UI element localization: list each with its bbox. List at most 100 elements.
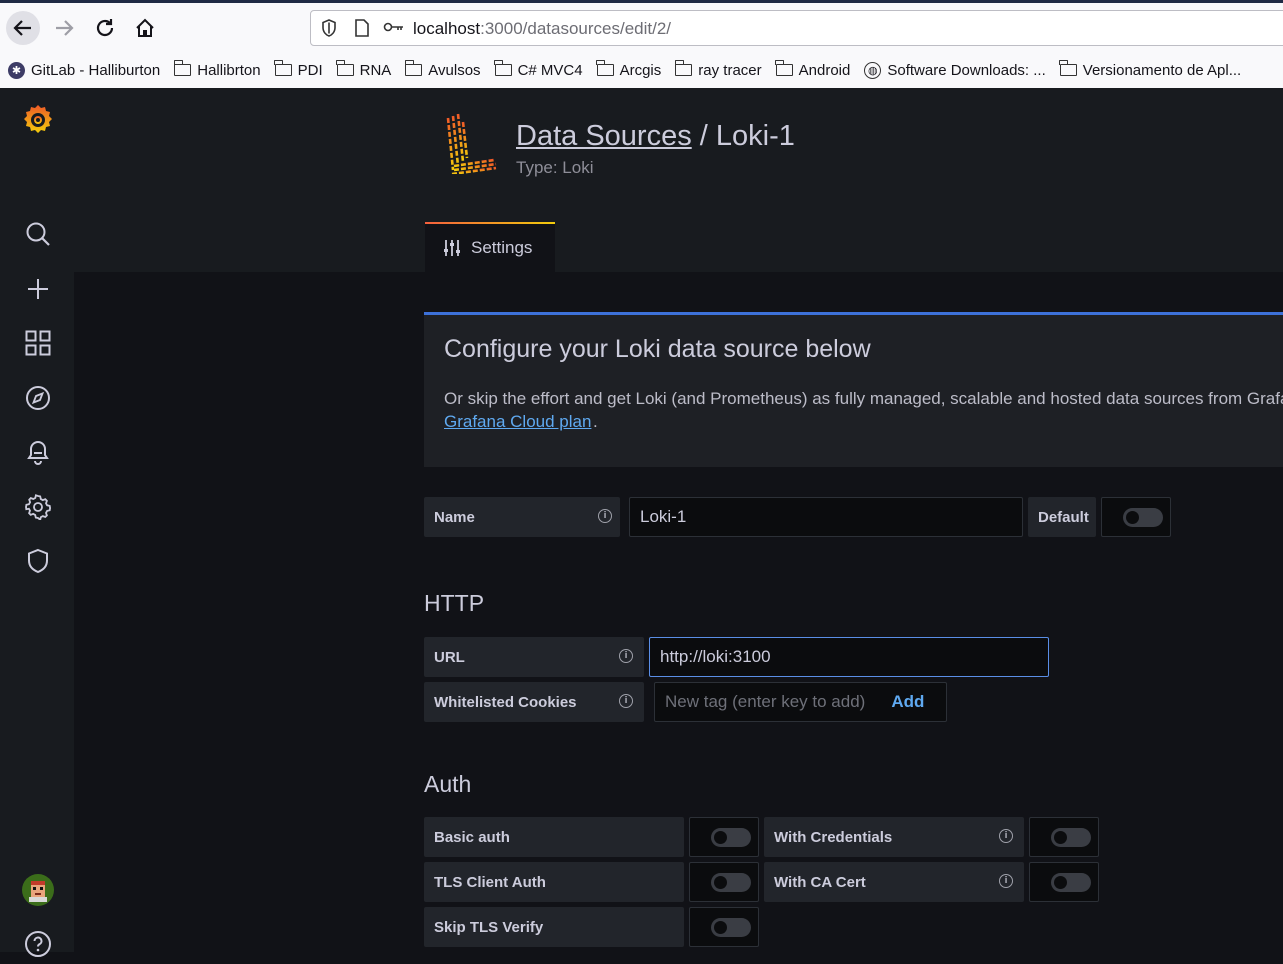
- bookmark-label: RNA: [359, 61, 392, 79]
- bookmarks-bar: ✱ GitLab - Halliburton Hallibrton PDI RNA Avu…: [8, 58, 1255, 82]
- bookmark-item[interactable]: PDI: [274, 60, 323, 79]
- arrow-left-icon: [13, 20, 31, 36]
- avatar[interactable]: [18, 870, 58, 910]
- bookmark-item[interactable]: C# MVC4: [494, 60, 583, 79]
- default-label: Default: [1028, 497, 1096, 537]
- shield-admin-icon[interactable]: [18, 541, 58, 581]
- skip-tls-verify-label: Skip TLS Verify: [424, 907, 684, 947]
- info-link-suffix: .: [593, 412, 598, 431]
- search-icon[interactable]: [18, 214, 58, 254]
- add-cookie-button[interactable]: Add: [891, 692, 924, 712]
- whitelisted-cookies-label: Whitelisted Cookies i: [424, 682, 644, 722]
- cookies-placeholder: New tag (enter key to add): [665, 692, 866, 711]
- bookmark-item[interactable]: Android: [775, 60, 851, 79]
- auth-section-title: Auth: [424, 771, 472, 797]
- default-toggle[interactable]: [1101, 497, 1171, 537]
- main-content: Data Sources / Loki-1 Type: Loki Setting…: [74, 88, 1283, 952]
- grafana-cloud-link[interactable]: Grafana Cloud plan: [444, 412, 591, 432]
- bookmark-item[interactable]: RNA: [336, 60, 392, 79]
- bookmark-label: PDI: [297, 61, 323, 79]
- bookmark-item[interactable]: ✱ GitLab - Halliburton: [8, 61, 161, 79]
- address-bar[interactable]: localhost:3000/datasources/edit/2/: [310, 10, 1283, 46]
- folder-icon: [494, 60, 512, 76]
- folder-icon: [775, 60, 793, 76]
- loki-logo-icon: [442, 112, 498, 179]
- name-input[interactable]: Loki-1: [629, 497, 1023, 537]
- basic-auth-switch: [711, 828, 751, 847]
- info-icon[interactable]: i: [999, 874, 1013, 888]
- with-ca-cert-switch: [1051, 873, 1091, 892]
- page-title: Data Sources / Loki-1: [516, 120, 795, 153]
- whitelisted-cookies-label-text: Whitelisted Cookies: [434, 693, 577, 711]
- bookmark-item[interactable]: Versionamento de Apl...: [1059, 60, 1242, 79]
- url-host: localhost: [413, 19, 481, 38]
- dashboards-icon[interactable]: [18, 323, 58, 363]
- reload-icon: [96, 19, 114, 37]
- bookmark-item[interactable]: ◍ Software Downloads: ...: [864, 61, 1046, 79]
- bookmark-label: GitLab - Halliburton: [31, 61, 161, 79]
- tab-settings-label: Settings: [471, 238, 533, 257]
- tab-settings[interactable]: Settings: [425, 222, 555, 272]
- forward-button[interactable]: [47, 11, 81, 45]
- bookmark-label: Android: [798, 61, 851, 79]
- gear-icon[interactable]: [18, 487, 58, 527]
- folder-icon: [1059, 60, 1077, 76]
- page-header: [74, 88, 1283, 272]
- bookmark-label: ray tracer: [698, 61, 762, 79]
- with-ca-cert-toggle[interactable]: [1029, 862, 1099, 902]
- bookmark-item[interactable]: ray tracer: [674, 60, 762, 79]
- breadcrumb-data-sources[interactable]: Data Sources: [516, 120, 692, 152]
- name-label-text: Name: [434, 508, 475, 526]
- folder-icon: [336, 60, 354, 76]
- url-label-text: URL: [434, 648, 465, 666]
- info-icon[interactable]: i: [598, 509, 612, 523]
- plus-icon[interactable]: [18, 269, 58, 309]
- help-icon[interactable]: [18, 924, 58, 964]
- home-button[interactable]: [128, 11, 162, 45]
- info-icon[interactable]: i: [619, 694, 633, 708]
- window-strip: [0, 0, 1283, 3]
- key-icon: [383, 20, 405, 37]
- skip-tls-verify-toggle[interactable]: [689, 907, 759, 947]
- info-icon[interactable]: i: [619, 649, 633, 663]
- arrow-right-icon: [56, 20, 74, 36]
- grafana-logo-icon[interactable]: [18, 100, 58, 140]
- with-ca-cert-text: With CA Cert: [774, 873, 866, 891]
- bookmark-item[interactable]: Arcgis: [596, 60, 662, 79]
- bookmark-label: Avulsos: [428, 61, 481, 79]
- folder-icon: [173, 60, 192, 76]
- bookmark-item[interactable]: Hallibrton: [173, 60, 261, 79]
- url-input[interactable]: http://loki:3100: [649, 637, 1049, 677]
- info-title: Configure your Loki data source below: [444, 335, 871, 363]
- tls-client-auth-switch: [711, 873, 751, 892]
- side-menu: [0, 88, 74, 957]
- browser-toolbar: localhost:3000/datasources/edit/2/ ✱ GitL…: [0, 0, 1283, 89]
- info-icon[interactable]: i: [999, 829, 1013, 843]
- bookmark-label: Hallibrton: [197, 61, 261, 79]
- back-button[interactable]: [6, 11, 40, 45]
- url-label: URL i: [424, 637, 644, 677]
- url-text: localhost:3000/datasources/edit/2/: [413, 19, 671, 39]
- with-credentials-toggle[interactable]: [1029, 817, 1099, 857]
- reload-button[interactable]: [88, 11, 122, 45]
- compass-icon[interactable]: [18, 378, 58, 418]
- shield-icon: [321, 19, 337, 42]
- tls-client-auth-toggle[interactable]: [689, 862, 759, 902]
- folder-icon: [596, 60, 614, 76]
- bookmark-item[interactable]: Avulsos: [404, 60, 481, 79]
- with-ca-cert-label: With CA Cert i: [764, 862, 1024, 902]
- url-path: :3000/datasources/edit/2/: [480, 19, 672, 38]
- bookmark-label: Software Downloads: ...: [887, 61, 1046, 79]
- bookmark-label: Versionamento de Apl...: [1082, 61, 1242, 79]
- cookies-tag-input[interactable]: New tag (enter key to add) Add: [654, 682, 947, 722]
- folder-icon: [404, 60, 423, 76]
- basic-auth-toggle[interactable]: [689, 817, 759, 857]
- info-text: Or skip the effort and get Loki (and Pro…: [444, 389, 1283, 408]
- basic-auth-label: Basic auth: [424, 817, 684, 857]
- home-icon: [136, 18, 154, 37]
- bookmark-label: Arcgis: [619, 61, 662, 79]
- bell-icon[interactable]: [18, 432, 58, 472]
- with-credentials-text: With Credentials: [774, 828, 893, 846]
- folder-icon: [674, 60, 693, 76]
- tls-client-auth-label: TLS Client Auth: [424, 862, 684, 902]
